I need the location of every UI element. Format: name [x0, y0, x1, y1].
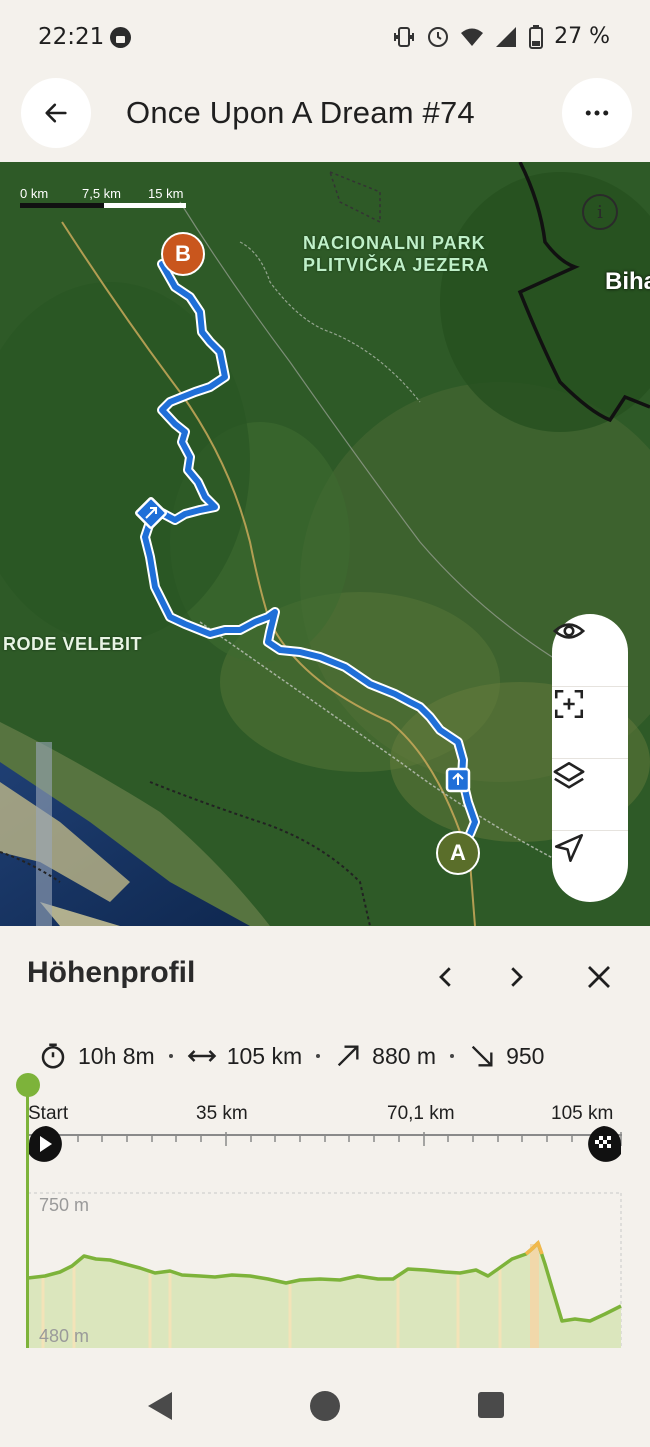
navigation-arrow-icon: [554, 833, 584, 863]
route-stats: 10h 8m 105 km 880 m 950: [38, 1038, 650, 1074]
stopwatch-icon: [41, 1043, 65, 1069]
elevation-chart[interactable]: [0, 1126, 650, 1348]
velebit-label: RODE VELEBIT: [3, 634, 143, 654]
more-horizontal-icon: [585, 110, 609, 116]
layers-icon: [553, 761, 585, 789]
elevation-top-label: 750 m: [39, 1195, 90, 1215]
lock-icon: [110, 27, 131, 48]
nav-recents-icon[interactable]: [478, 1392, 504, 1418]
axis-start: Start: [28, 1103, 69, 1124]
distance-stat: 105 km: [187, 1041, 302, 1071]
page-title: Once Upon A Dream #74: [126, 95, 475, 130]
position-cursor-handle[interactable]: [16, 1073, 40, 1097]
info-icon: i: [597, 201, 603, 223]
zoom-to-route-button[interactable]: [552, 686, 628, 758]
focus-plus-icon: [554, 689, 584, 719]
battery-percent: 27 %: [554, 24, 610, 49]
scale-mid: 7,5 km: [82, 186, 122, 201]
descent-arrow-icon: [471, 1045, 493, 1067]
map-tools: [552, 614, 628, 902]
app-header: Once Upon A Dream #74: [0, 78, 650, 162]
battery-icon: [529, 24, 544, 49]
start-marker[interactable]: A: [436, 831, 480, 875]
map-scale: 0 km 7,5 km 15 km: [20, 186, 190, 210]
scale-bar-dark: [20, 203, 104, 208]
back-button[interactable]: [21, 78, 91, 148]
scale-zero: 0 km: [20, 186, 49, 201]
finish-flag-icon: [588, 1126, 621, 1162]
status-icons: 27 %: [392, 24, 610, 49]
town-label: Biha: [605, 268, 650, 295]
scale-bar-light: [104, 203, 186, 208]
elevation-bottom-label: 480 m: [39, 1326, 90, 1346]
descent-value: 950: [506, 1042, 545, 1069]
profile-title: Höhenprofil: [27, 956, 196, 989]
axis-35km: 35 km: [196, 1103, 248, 1124]
distance-value: 105 km: [226, 1042, 303, 1069]
position-cursor-line[interactable]: [26, 1096, 29, 1348]
axis-70km: 70,1 km: [387, 1103, 455, 1124]
descent-stat: 950: [468, 1042, 544, 1070]
wifi-icon: [461, 28, 484, 46]
ascent-stat: 880 m: [334, 1042, 436, 1070]
system-navigation-bar: [0, 1362, 650, 1447]
eye-icon: [552, 623, 586, 639]
start-flag-icon: [28, 1126, 62, 1162]
more-options-button[interactable]: [562, 78, 632, 148]
alarm-icon: [428, 26, 449, 47]
park-label: NACIONALNI PARK PLITVIČKA JEZERA: [303, 233, 490, 275]
separator-dot: [316, 1054, 321, 1058]
nav-back-icon[interactable]: [146, 1391, 174, 1421]
nav-home-icon[interactable]: [310, 1391, 340, 1421]
chevron-right-icon[interactable]: [501, 962, 531, 992]
ascent-value: 880 m: [372, 1042, 437, 1069]
end-marker[interactable]: B: [161, 232, 205, 276]
duration-value: 10h 8m: [78, 1042, 155, 1069]
distance-arrows-icon: [187, 1050, 216, 1062]
vibrate-icon: [394, 26, 415, 47]
separator-dot: [168, 1054, 173, 1058]
ascent-arrow-icon: [337, 1045, 359, 1067]
duration-stat: 10h 8m: [38, 1041, 155, 1071]
layers-button[interactable]: [552, 758, 628, 830]
map-info-button[interactable]: i: [582, 194, 618, 230]
status-bar: 22:21 27 %: [0, 0, 650, 78]
separator-dot: [450, 1054, 455, 1058]
scale-end: 15 km: [148, 186, 184, 201]
waypoint-up-icon[interactable]: [445, 767, 471, 793]
signal-icon: [496, 26, 517, 47]
visibility-button[interactable]: [552, 614, 628, 686]
close-icon[interactable]: [584, 962, 614, 992]
axis-105km: 105 km: [551, 1103, 614, 1124]
arrow-left-icon: [45, 103, 67, 123]
elevation-profile-panel: Höhenprofil 10h 8m 105 km 880 m 950 Star…: [0, 926, 650, 1362]
route-map[interactable]: 0 km 7,5 km 15 km NACIONALNI PARK PLITVI…: [0, 162, 650, 926]
chevron-left-icon[interactable]: [431, 962, 461, 992]
status-time: 22:21: [38, 24, 105, 50]
locate-button[interactable]: [552, 830, 628, 902]
